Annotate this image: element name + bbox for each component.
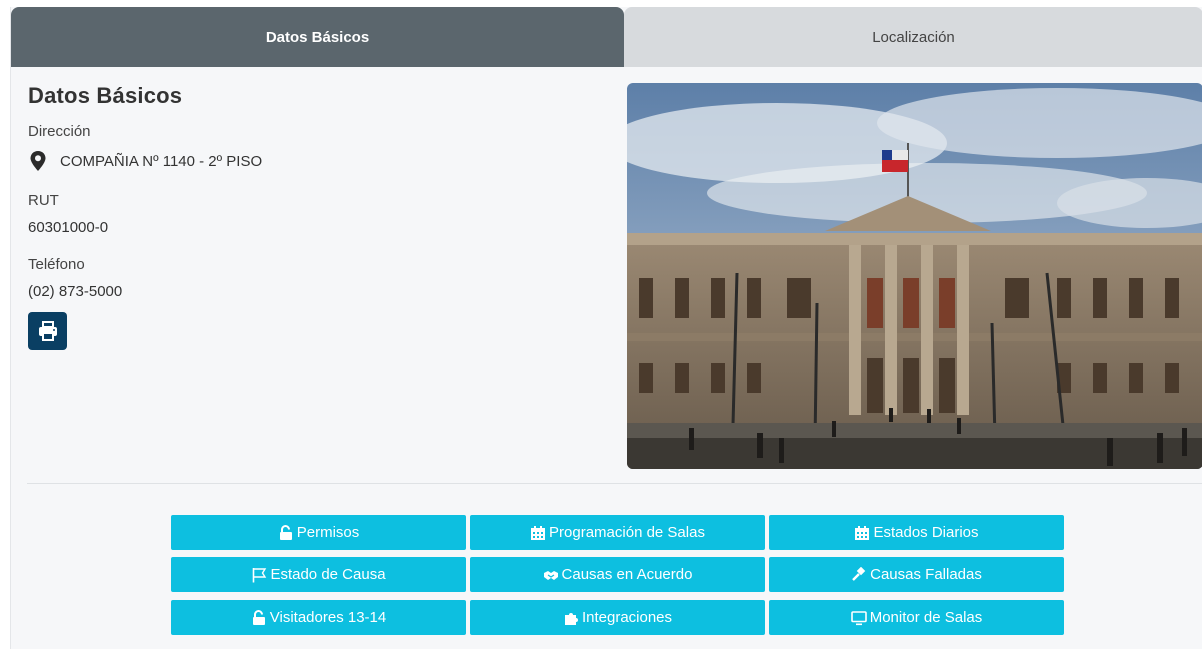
programacion-salas-button[interactable]: Programación de Salas bbox=[470, 515, 765, 550]
handshake-icon bbox=[543, 570, 558, 580]
programacion-salas-label: Programación de Salas bbox=[549, 524, 705, 541]
causas-acuerdo-label: Causas en Acuerdo bbox=[561, 566, 693, 583]
visitadores-label: Visitadores 13-14 bbox=[269, 609, 387, 626]
estado-causa-button[interactable]: Estado de Causa bbox=[171, 557, 466, 592]
tab-bar: Datos Básicos Localización bbox=[11, 7, 1202, 67]
causas-falladas-label: Causas Falladas bbox=[870, 566, 982, 583]
permisos-button[interactable]: Permisos bbox=[171, 515, 466, 550]
causas-acuerdo-button[interactable]: Causas en Acuerdo bbox=[470, 557, 765, 592]
puzzle-icon bbox=[564, 612, 578, 625]
rut-label: RUT bbox=[28, 192, 59, 209]
monitor-icon bbox=[850, 610, 867, 625]
print-icon bbox=[38, 321, 57, 341]
phone-value: (02) 873-5000 bbox=[28, 283, 123, 300]
visitadores-button[interactable]: Visitadores 13-14 bbox=[171, 600, 466, 635]
gavel-icon bbox=[852, 566, 866, 581]
print-button[interactable] bbox=[28, 312, 67, 350]
permisos-label: Permisos bbox=[296, 524, 360, 541]
section-title: Datos Básicos bbox=[28, 83, 183, 108]
integraciones-button[interactable]: Integraciones bbox=[470, 600, 765, 635]
phone-label: Teléfono bbox=[28, 256, 85, 273]
monitor-salas-button[interactable]: Monitor de Salas bbox=[769, 600, 1064, 635]
flag-icon bbox=[253, 567, 267, 582]
court-info-panel: Datos Básicos Localización Datos Básicos… bbox=[10, 7, 1202, 649]
calendar-icon bbox=[531, 525, 546, 540]
basic-data-section: Datos Básicos Dirección COMPAÑIA Nº 1140… bbox=[28, 83, 598, 350]
address-row: COMPAÑIA Nº 1140 - 2º PISO bbox=[28, 150, 598, 172]
monitor-salas-label: Monitor de Salas bbox=[869, 609, 983, 626]
unlock-icon bbox=[252, 609, 265, 625]
section-divider bbox=[27, 483, 1202, 484]
building-photo bbox=[627, 83, 1202, 469]
calendar-icon bbox=[855, 525, 870, 540]
rut-value: 60301000-0 bbox=[28, 219, 109, 236]
estado-causa-label: Estado de Causa bbox=[270, 566, 386, 583]
tab-localizacion[interactable]: Localización bbox=[624, 7, 1202, 67]
estados-diarios-button[interactable]: Estados Diarios bbox=[769, 515, 1064, 550]
address-value: COMPAÑIA Nº 1140 - 2º PISO bbox=[60, 152, 263, 170]
estados-diarios-label: Estados Diarios bbox=[873, 524, 979, 541]
map-marker-icon bbox=[30, 151, 46, 171]
address-label: Dirección bbox=[28, 123, 91, 140]
integraciones-label: Integraciones bbox=[581, 609, 673, 626]
unlock-icon bbox=[279, 524, 292, 540]
causas-falladas-button[interactable]: Causas Falladas bbox=[769, 557, 1064, 592]
tab-datos-basicos[interactable]: Datos Básicos bbox=[11, 7, 624, 67]
